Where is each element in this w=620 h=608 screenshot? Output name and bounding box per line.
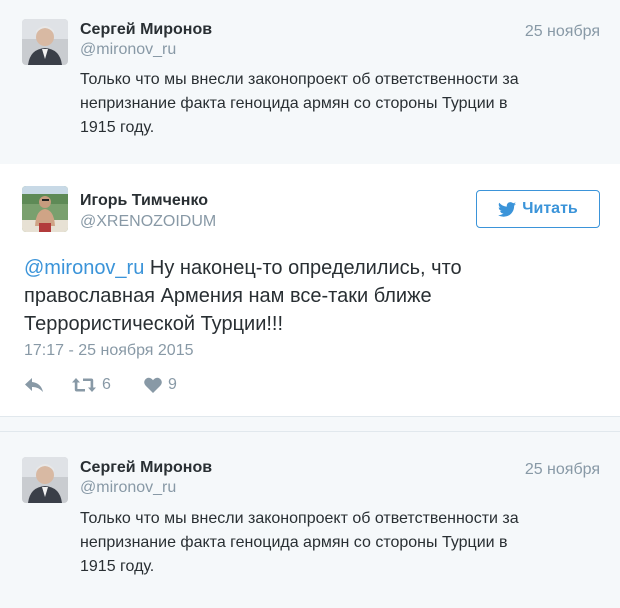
tweet-text: Только что мы внесли законопроект об отв…: [80, 68, 600, 140]
follow-button[interactable]: Читать: [476, 190, 600, 228]
tweet-text-line: непризнание факта геноцида армян со стор…: [80, 534, 508, 551]
tweet-text-line: непризнание факта геноцида армян со стор…: [80, 95, 508, 112]
author-handle[interactable]: @mironov_ru: [80, 479, 176, 497]
retweet-icon: [72, 378, 96, 392]
reply-icon: [25, 378, 43, 392]
tweet-text-line: 1915 году.: [80, 558, 155, 575]
tweet-text-line: православная Армения нам все-таки ближе: [24, 285, 432, 307]
tweet-date[interactable]: 25 ноября: [525, 23, 600, 41]
author-name[interactable]: Игорь Тимченко: [80, 192, 208, 210]
heart-icon: [144, 377, 162, 393]
avatar[interactable]: [22, 457, 68, 503]
tweet-date[interactable]: 25 ноября: [525, 461, 600, 479]
like-count: 9: [168, 376, 177, 393]
follow-label: Читать: [522, 200, 578, 217]
avatar[interactable]: [22, 19, 68, 65]
parent-tweet-top: Сергей Миронов @mironov_ru 25 ноября Тол…: [0, 0, 620, 162]
tweet-text-fragment: Ну наконец-то определились, что: [144, 257, 462, 279]
main-tweet-text: @mironov_ru Ну наконец-то определились, …: [24, 254, 584, 338]
like-button[interactable]: 9: [144, 376, 177, 394]
author-handle[interactable]: @XRENOZOIDUM: [80, 213, 216, 231]
tweet-actions: 6 9: [24, 373, 177, 397]
tweet-text-line: 1915 году.: [80, 119, 155, 136]
tweet-text: Только что мы внесли законопроект об отв…: [80, 507, 600, 579]
author-handle[interactable]: @mironov_ru: [80, 41, 176, 59]
tweet-timestamp[interactable]: 17:17 - 25 ноября 2015: [24, 342, 193, 360]
author-name[interactable]: Сергей Миронов: [80, 21, 212, 39]
avatar-portrait-icon: [22, 19, 68, 65]
reply-button[interactable]: [24, 377, 72, 393]
tweet-text-line: Только что мы внесли законопроект об отв…: [80, 71, 519, 88]
mention-link[interactable]: @mironov_ru: [24, 257, 144, 279]
twitter-bird-icon: [498, 201, 517, 217]
retweet-count: 6: [102, 376, 111, 393]
author-name[interactable]: Сергей Миронов: [80, 459, 212, 477]
tweet-text-line: Только что мы внесли законопроект об отв…: [80, 510, 519, 527]
avatar-photo-icon: [22, 186, 68, 232]
separator: [0, 418, 620, 432]
tweet-text-line: @mironov_ru Ну наконец-то определились, …: [24, 254, 584, 282]
avatar-portrait-icon: [22, 457, 68, 503]
parent-tweet-bottom: Сергей Миронов @mironov_ru 25 ноября Тол…: [0, 433, 620, 608]
avatar[interactable]: [22, 186, 68, 232]
tweet-text-line: Террористической Турции!!!: [24, 313, 284, 335]
retweet-button[interactable]: 6: [72, 376, 144, 394]
